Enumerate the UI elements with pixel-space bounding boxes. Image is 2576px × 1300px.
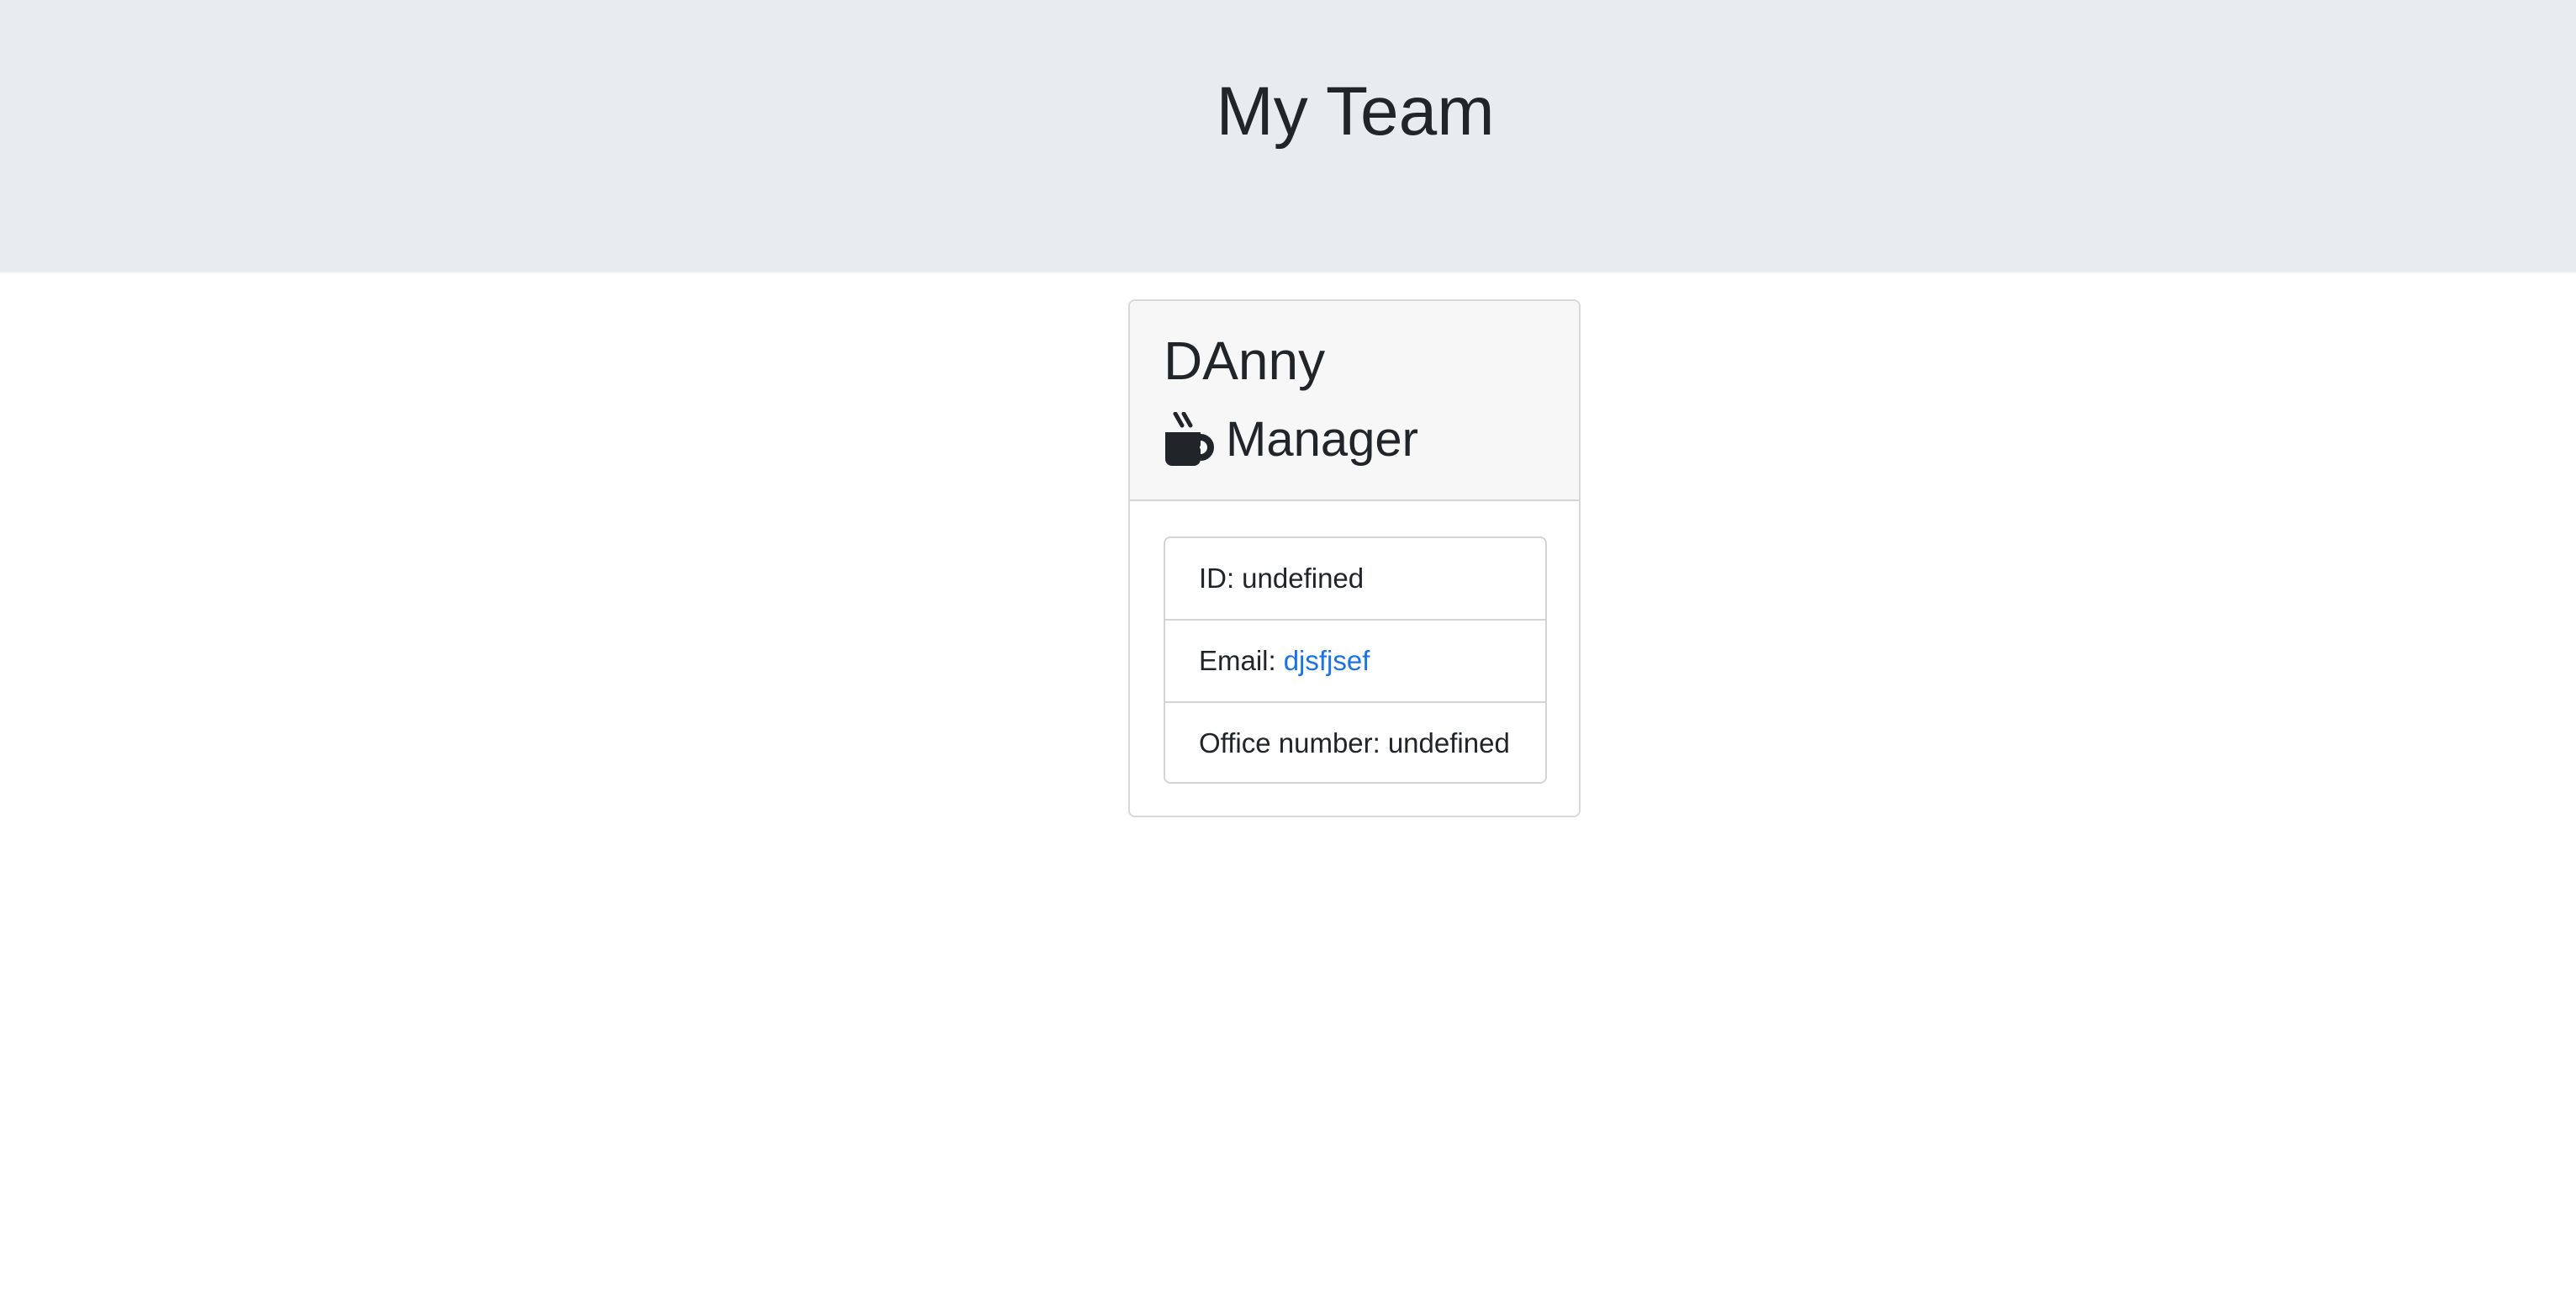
role-label: Manager [1226, 412, 1418, 467]
details-list: ID: undefined Email: djsfjsef Office num… [1164, 536, 1547, 784]
office-number-label: Office number: [1199, 727, 1380, 758]
list-item-id: ID: undefined [1165, 538, 1545, 619]
office-number-value: undefined [1387, 727, 1510, 758]
list-item-office-number: Office number: undefined [1165, 701, 1545, 782]
mug-hot-icon [1164, 411, 1214, 468]
list-item-email: Email: djsfjsef [1165, 619, 1545, 701]
email-link[interactable]: djsfjsef [1284, 645, 1370, 677]
employee-name: DAnny [1164, 330, 1326, 391]
id-value: undefined [1242, 563, 1365, 594]
page-header: My Team [0, 0, 2576, 272]
email-label: Email: [1199, 645, 1276, 676]
role-row: Manager [1164, 404, 1418, 476]
page-title: My Team [1216, 73, 1495, 150]
id-label: ID: [1199, 563, 1235, 594]
card-header: DAnny Manager [1130, 301, 1579, 501]
employee-card: DAnny Manager ID: undefined Email: djsfj… [1128, 299, 1581, 817]
